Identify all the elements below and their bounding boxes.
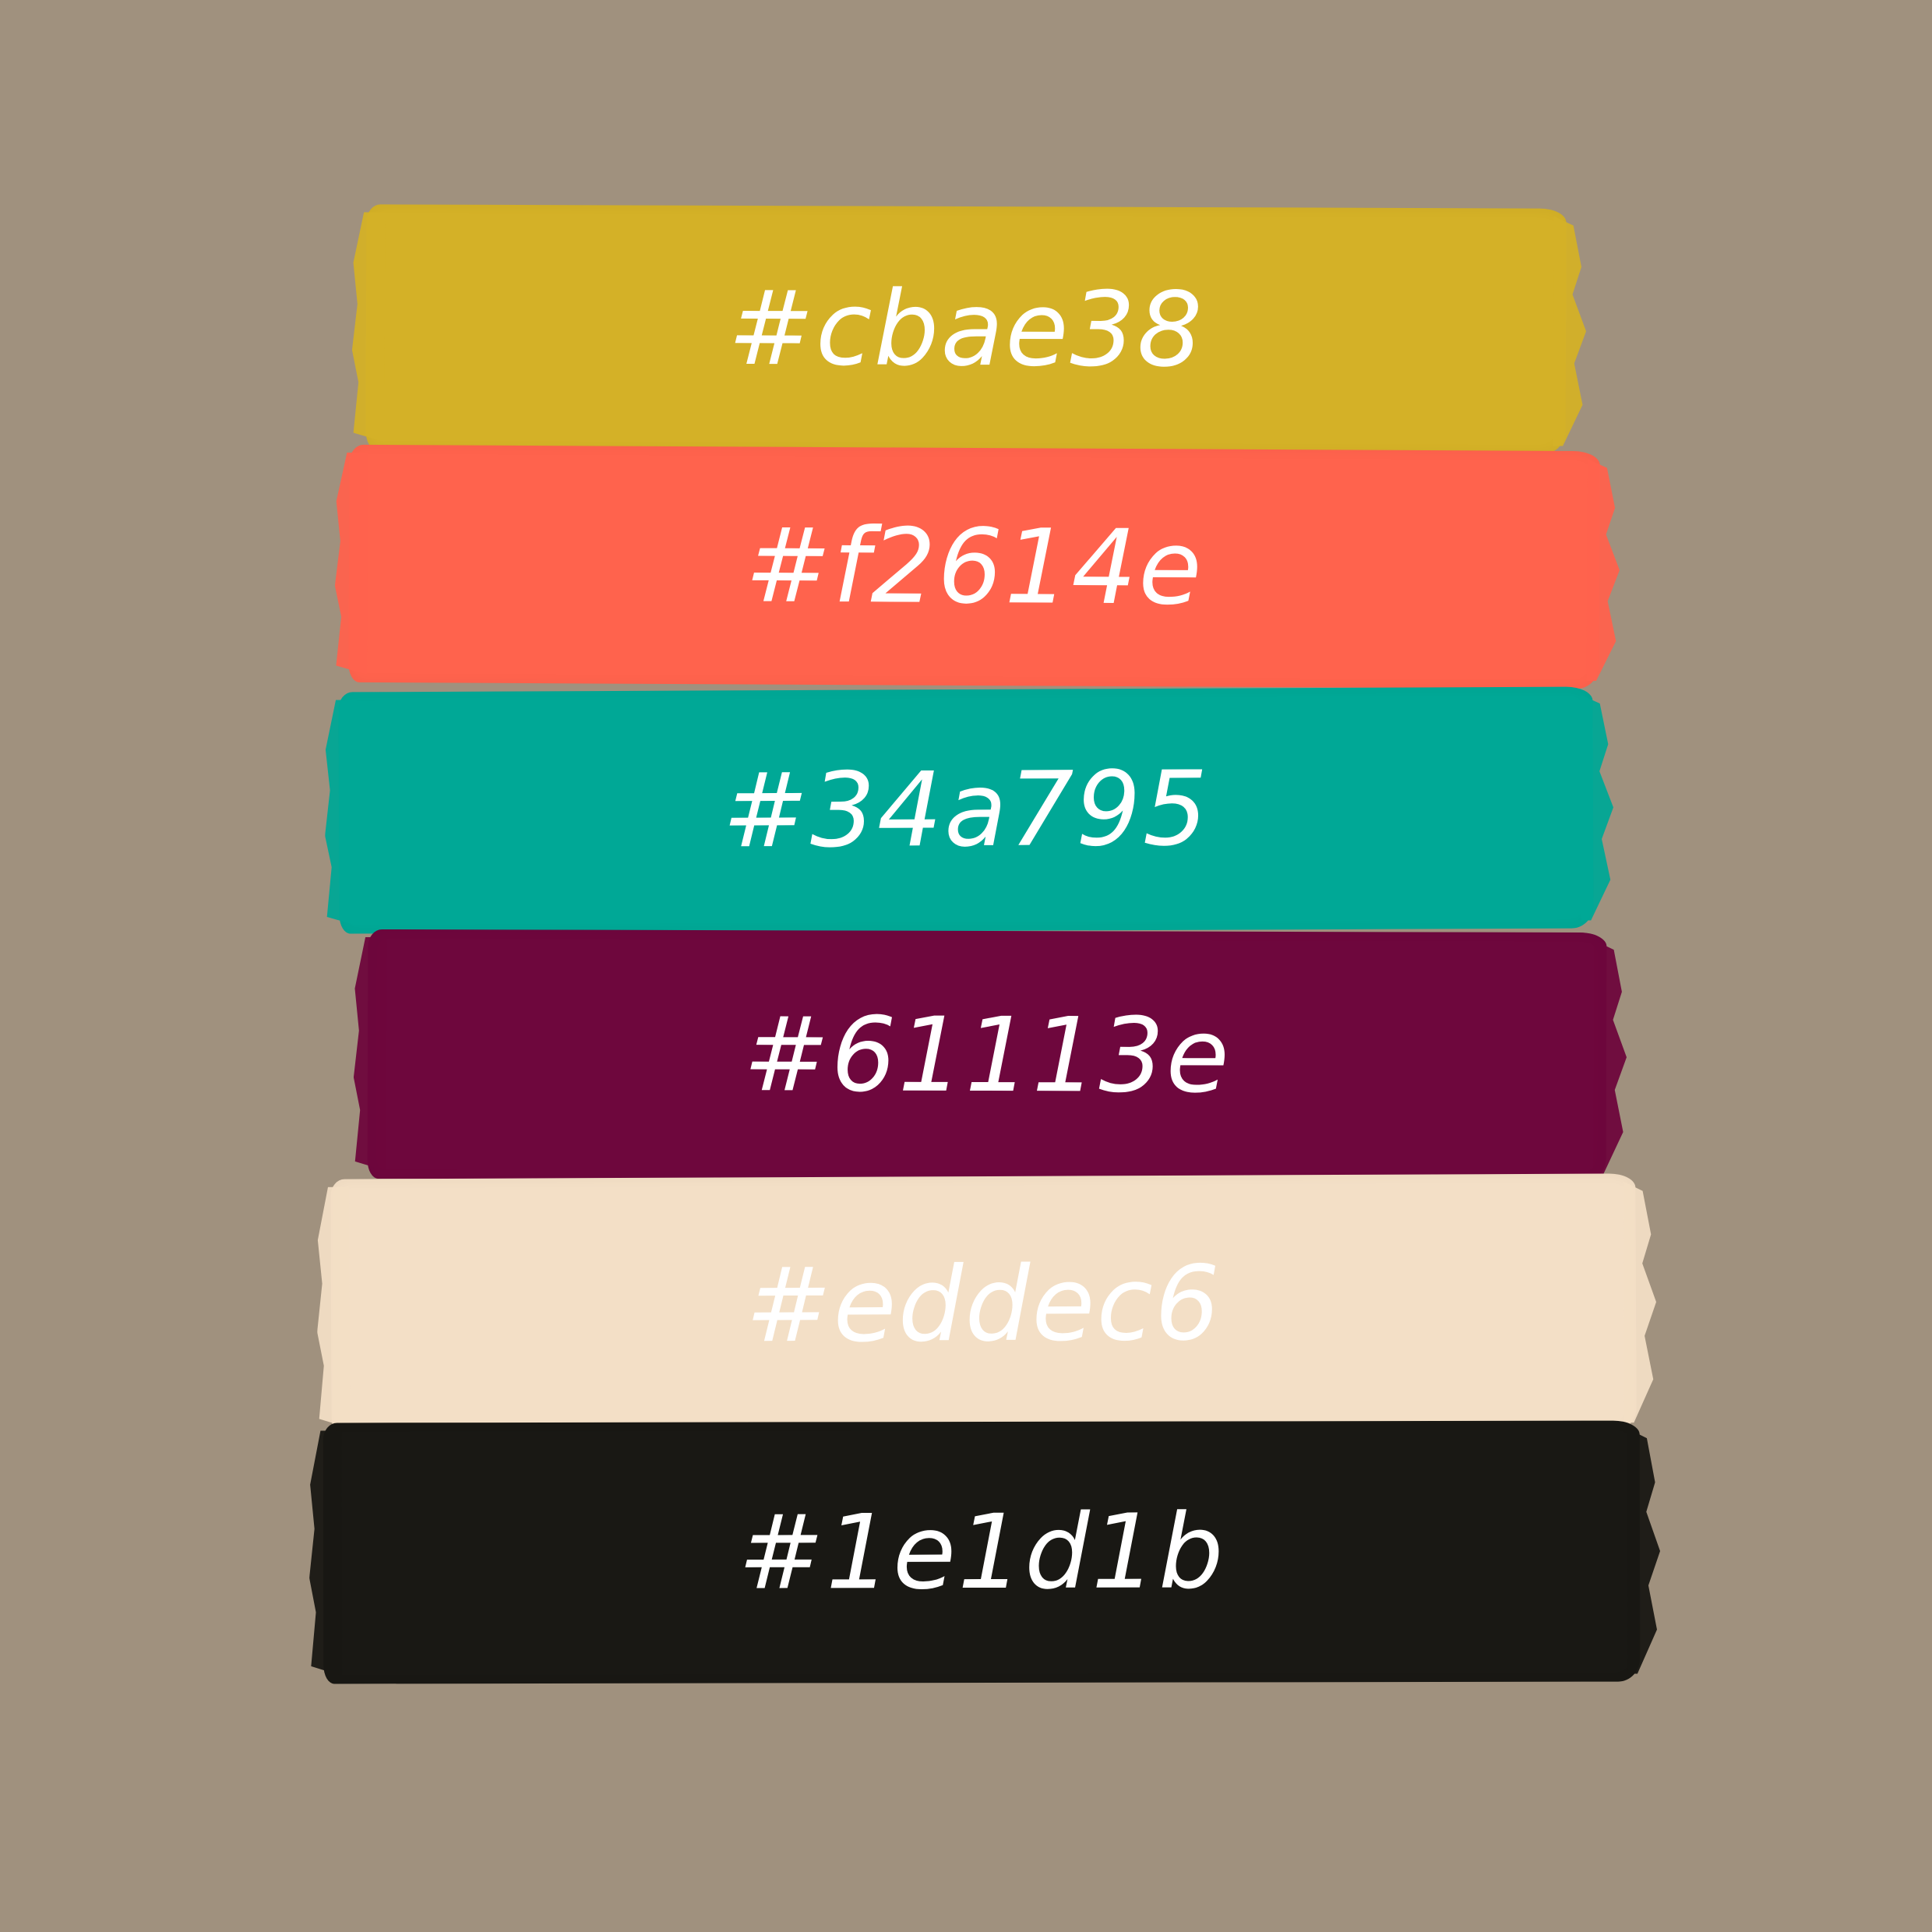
swatch-stroke-6: #1e1d1b [323, 1420, 1641, 1684]
swatch-stroke-3: #34a795 [338, 686, 1594, 934]
swatch-label-6: #1e1d1b [738, 1491, 1225, 1613]
swatch-label-4: #61113e [742, 995, 1232, 1116]
swatch-label-2: #f2614e [744, 505, 1204, 629]
swatch-stroke-2: #f2614e [348, 444, 1600, 689]
swatch-stroke-4: #61113e [367, 929, 1607, 1183]
swatch-stroke-1: #cbae38 [365, 204, 1567, 454]
palette-canvas: #cbae38 #f2614e #34a795 #61113e #eddec6 … [0, 0, 1932, 1932]
swatch-label-1: #cbae38 [728, 268, 1204, 390]
swatch-stroke-5: #eddec6 [330, 1173, 1637, 1437]
swatch-label-5: #eddec6 [745, 1243, 1222, 1366]
swatch-label-3: #34a795 [721, 749, 1211, 872]
